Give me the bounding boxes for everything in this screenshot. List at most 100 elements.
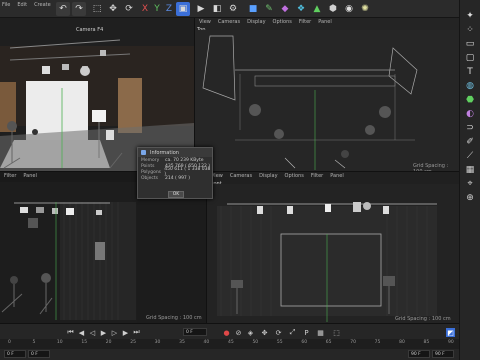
menu-panel[interactable]: Panel <box>330 173 344 179</box>
magnet-icon[interactable]: ⊃ <box>464 122 476 134</box>
timeline-tick-label: 0 <box>8 340 11 345</box>
menu-filter[interactable]: Filter <box>4 173 16 179</box>
go-to-end-icon[interactable]: ⏭ <box>132 328 141 337</box>
text-icon[interactable]: T <box>464 66 476 78</box>
menu-filter[interactable]: Filter <box>299 19 311 25</box>
front-viewport-menu: View Cameras Display Options Filter Pane… <box>211 172 344 180</box>
top-viewport[interactable]: View Cameras Display Options Filter Pane… <box>194 18 459 171</box>
move-icon[interactable]: ✥ <box>106 2 120 16</box>
rotation-key-icon[interactable]: ⟳ <box>274 328 283 337</box>
timeline-tick-label: 30 <box>154 340 161 345</box>
timeline-tick-label: 65 <box>325 340 332 345</box>
coordinate-system-icon[interactable]: ▣ <box>176 2 190 16</box>
menu-options[interactable]: Options <box>285 173 304 179</box>
interpolation-icon[interactable]: ⬚ <box>332 328 341 337</box>
mograph-icon[interactable]: ◍ <box>464 80 476 92</box>
next-key-icon[interactable]: ▶ <box>121 328 130 337</box>
menu-edit[interactable]: Edit <box>17 2 27 8</box>
menu-display[interactable]: Display <box>259 173 277 179</box>
param-key-icon[interactable]: P <box>302 328 311 337</box>
min-frame-field[interactable]: 0 F <box>28 350 50 358</box>
information-dialog-header[interactable]: Information <box>138 148 212 157</box>
right-toolbar: ✦ ⁘ ▭ ▢ T ◍ ⬣ ◐ ⊃ ✐ ⟋ ▦ ⌖ ⊕ <box>459 0 480 360</box>
tracer-icon[interactable]: ⬣ <box>464 94 476 106</box>
render-settings-icon[interactable]: ⚙ <box>226 2 240 16</box>
light-icon[interactable]: ✺ <box>358 2 372 16</box>
timeline-tick-label: 70 <box>350 340 356 345</box>
menu-cameras[interactable]: Cameras <box>218 19 240 25</box>
points-mode-icon[interactable]: ⁘ <box>464 24 476 36</box>
redo-icon[interactable]: ↷ <box>72 2 86 16</box>
timeline-settings-icon[interactable]: ◩ <box>446 328 455 337</box>
position-key-icon[interactable]: ✥ <box>260 328 269 337</box>
menu-cameras[interactable]: Cameras <box>230 173 252 179</box>
brush-icon[interactable]: ✐ <box>464 136 476 148</box>
knife-icon[interactable]: ⟋ <box>464 150 476 162</box>
menu-view[interactable]: View <box>199 19 211 25</box>
prev-key-icon[interactable]: ◀ <box>77 328 86 337</box>
prev-frame-icon[interactable]: ◁ <box>88 328 97 337</box>
snapping-icon[interactable]: ⌖ <box>464 178 476 190</box>
workplane-icon[interactable]: ▦ <box>464 164 476 176</box>
timeline-ruler[interactable]: 0 5 10 15 20 25 30 35 40 45 50 55 60 65 70 75 80 85 90 <box>0 339 459 349</box>
current-frame-field[interactable]: 0 F <box>183 328 207 336</box>
edges-mode-icon[interactable]: ▭ <box>464 38 476 50</box>
top-view-scene <box>195 30 459 171</box>
camera-icon[interactable]: ◉ <box>342 2 356 16</box>
menu-file[interactable]: File <box>2 2 10 8</box>
camera-label: Camera F4 <box>76 27 104 33</box>
timeline-tick-label: 5 <box>32 340 36 345</box>
menu-panel[interactable]: Panel <box>318 19 332 25</box>
deformer-icon[interactable]: ▲ <box>310 2 324 16</box>
timeline-tick-label: 85 <box>423 340 430 345</box>
left-view-scene <box>0 182 137 323</box>
keyframe-selection-icon[interactable]: ◈ <box>246 328 255 337</box>
front-viewport[interactable]: View Cameras Display Options Filter Pane… <box>206 171 459 323</box>
undo-icon[interactable]: ↶ <box>56 2 70 16</box>
menu-display[interactable]: Display <box>247 19 265 25</box>
next-frame-icon[interactable]: ▷ <box>110 328 119 337</box>
pla-key-icon[interactable]: ▦ <box>316 328 325 337</box>
end-frame-field[interactable]: 90 F <box>432 350 454 358</box>
menu-panel[interactable]: Panel <box>23 173 37 179</box>
max-frame-field[interactable]: 90 F <box>408 350 430 358</box>
scale-key-icon[interactable]: ⤢ <box>288 328 297 337</box>
play-icon[interactable]: ▶ <box>99 328 108 337</box>
front-view-scene <box>207 184 459 323</box>
scene-icon[interactable]: ⬢ <box>326 2 340 16</box>
timeline-panel: ⏮ ◀ ◁ ▶ ▷ ▶ ⏭ 0 F ● ⊘ ◈ ✥ ⟳ ⤢ P ▦ ⬚ ◩ 0 5… <box>0 323 459 360</box>
select-icon[interactable]: ⬚ <box>90 2 104 16</box>
cube-icon[interactable]: ■ <box>246 2 260 16</box>
render-region-icon[interactable]: ▶ <box>194 2 208 16</box>
start-frame-field[interactable]: 0 F <box>4 350 26 358</box>
menu-options[interactable]: Options <box>273 19 292 25</box>
cloner-icon[interactable]: ❖ <box>294 2 308 16</box>
main-menu: File Edit Create <box>2 1 51 9</box>
left-viewport-menu: Filter Panel <box>4 172 37 180</box>
timeline-tick-label: 35 <box>179 340 185 345</box>
timeline-tick-label: 20 <box>105 340 112 345</box>
left-viewport[interactable]: Filter Panel <box>0 171 137 323</box>
subdivision-icon[interactable]: ◆ <box>278 2 292 16</box>
polygons-mode-icon[interactable]: ▢ <box>464 52 476 64</box>
timeline-tick-label: 50 <box>252 340 259 345</box>
top-grid-spacing: Grid Spacing : 100 cm <box>413 163 449 171</box>
axis-lock-icon[interactable]: ⊕ <box>464 192 476 204</box>
timeline-tick-label: 45 <box>228 340 234 345</box>
menu-filter[interactable]: Filter <box>311 173 323 179</box>
make-editable-icon[interactable]: ✦ <box>464 10 476 22</box>
autokey-icon[interactable]: ⊘ <box>234 328 243 337</box>
menu-create[interactable]: Create <box>34 2 51 8</box>
record-icon[interactable]: ● <box>222 328 231 337</box>
z-axis-toggle[interactable]: Z <box>162 2 176 16</box>
rotate-icon[interactable]: ⟳ <box>122 2 136 16</box>
main-toolbar: File Edit Create ↶ ↷ ⬚ ✥ ⟳ X Y Z ▣ ▶ ◧ ⚙… <box>0 0 480 18</box>
timeline-tick-label: 25 <box>130 340 136 345</box>
timeline-tick-label: 90 <box>448 340 454 345</box>
sculpt-icon[interactable]: ◐ <box>464 108 476 120</box>
timeline-tick-label: 55 <box>276 340 283 345</box>
go-to-start-icon[interactable]: ⏮ <box>66 328 75 337</box>
render-view-icon[interactable]: ◧ <box>210 2 224 16</box>
ok-button[interactable]: OK <box>168 191 184 198</box>
spline-pen-icon[interactable]: ✎ <box>262 2 276 16</box>
